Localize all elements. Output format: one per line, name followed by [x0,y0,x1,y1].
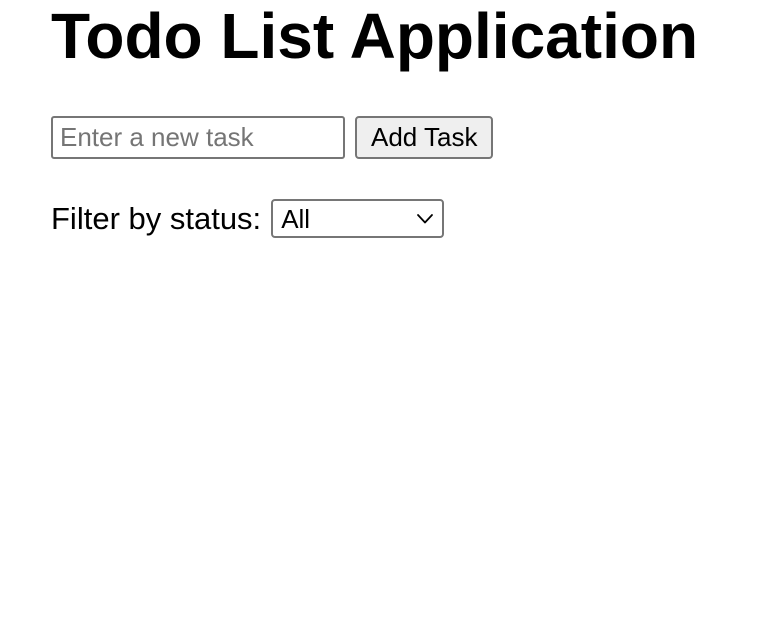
filter-row: Filter by status: All [51,199,445,238]
add-task-button[interactable]: Add Task [355,116,494,159]
todo-app: Todo List Application Add Task Filter by… [0,0,772,622]
status-filter-value: All [281,203,311,234]
page-title: Todo List Application [51,0,699,72]
new-task-input[interactable] [51,116,345,159]
filter-label: Filter by status: [51,200,262,236]
status-filter-select[interactable]: All [271,199,445,238]
task-form: Add Task [51,116,494,159]
chevron-down-icon [417,213,434,223]
